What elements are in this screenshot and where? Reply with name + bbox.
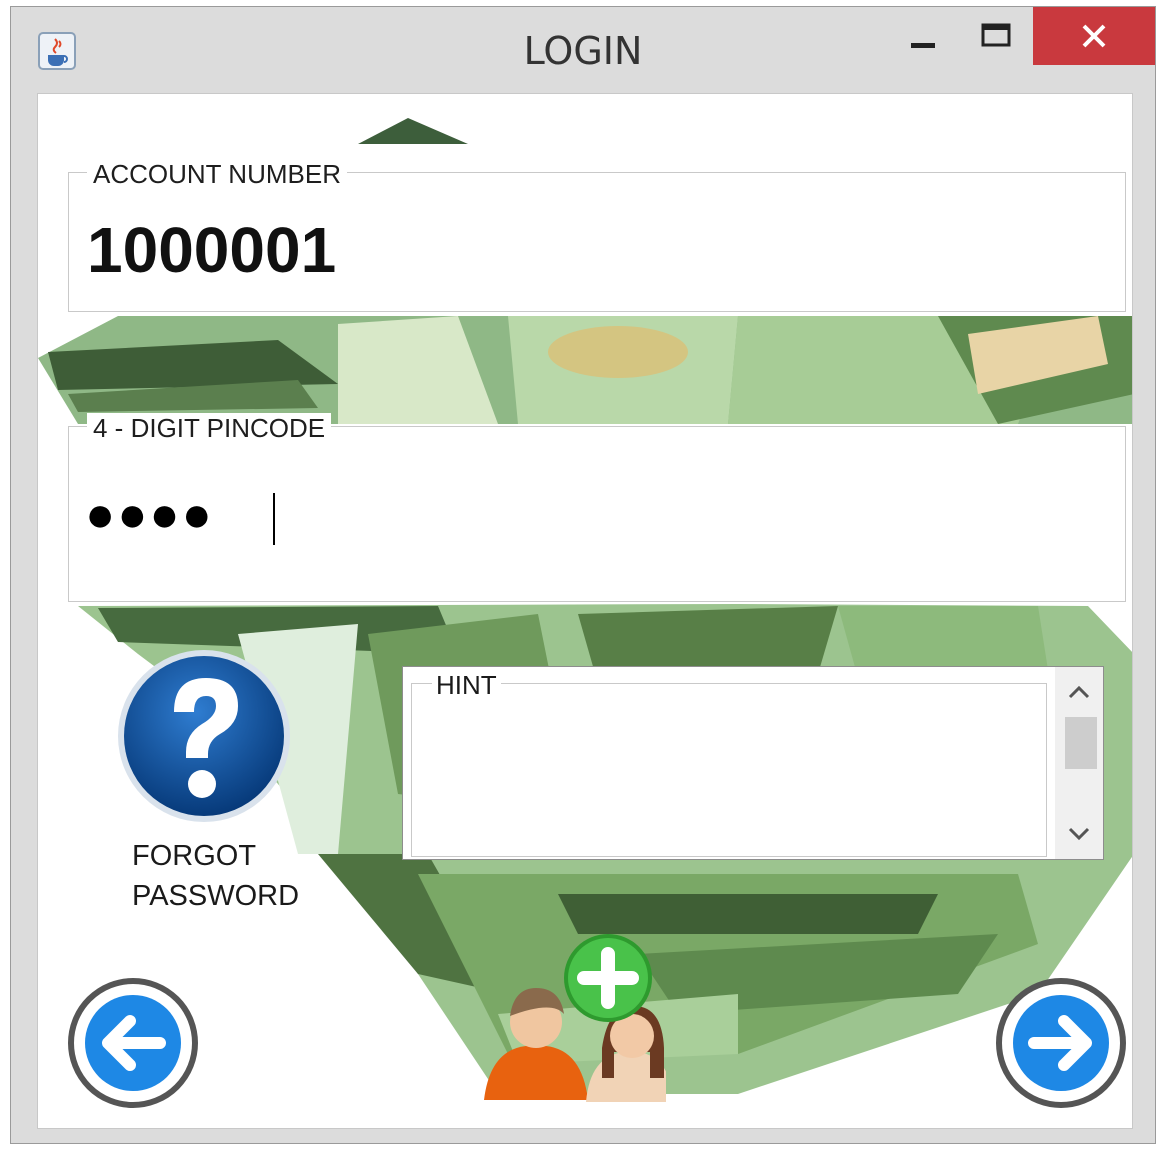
hint-panel: HINT: [402, 666, 1104, 860]
hint-textarea[interactable]: HINT: [411, 670, 1047, 857]
close-icon: [1082, 24, 1106, 48]
account-number-input[interactable]: 1000001: [87, 213, 336, 287]
login-window: LOGIN ACCOUNT NUMBER 1000001 4 - DIGIT P…: [10, 6, 1156, 1144]
minimize-icon: [911, 43, 935, 48]
scroll-thumb[interactable]: [1065, 717, 1097, 769]
pincode-label: 4 - DIGIT PINCODE: [87, 413, 332, 444]
forgot-label-line2: PASSWORD: [132, 880, 300, 912]
arrow-right-icon[interactable]: [996, 978, 1126, 1108]
pincode-field[interactable]: 4 - DIGIT PINCODE ●●●●: [68, 413, 1126, 602]
scroll-up-button[interactable]: [1055, 667, 1103, 717]
login-panel: ACCOUNT NUMBER 1000001 4 - DIGIT PINCODE…: [37, 93, 1133, 1129]
chevron-down-icon: [1068, 827, 1090, 841]
hint-scrollbar[interactable]: [1055, 667, 1103, 859]
pincode-input[interactable]: ●●●●: [85, 489, 214, 539]
chevron-up-icon: [1068, 685, 1090, 699]
account-number-label: ACCOUNT NUMBER: [87, 159, 347, 190]
title-bar[interactable]: LOGIN: [11, 7, 1155, 91]
maximize-icon: [981, 23, 1011, 47]
text-caret: [273, 493, 275, 545]
minimize-button[interactable]: [889, 7, 959, 65]
scroll-down-button[interactable]: [1055, 809, 1103, 859]
add-user-icon[interactable]: [476, 932, 666, 1112]
forgot-password-link[interactable]: FORGOT PASSWORD: [132, 836, 299, 916]
maximize-button[interactable]: [961, 7, 1031, 65]
account-number-field[interactable]: ACCOUNT NUMBER 1000001: [68, 159, 1126, 312]
question-mark-icon[interactable]: [116, 648, 292, 824]
hint-label: HINT: [432, 670, 501, 701]
forgot-label-line1: FORGOT: [132, 840, 257, 872]
close-button[interactable]: [1033, 7, 1155, 65]
arrow-left-icon[interactable]: [68, 978, 198, 1108]
